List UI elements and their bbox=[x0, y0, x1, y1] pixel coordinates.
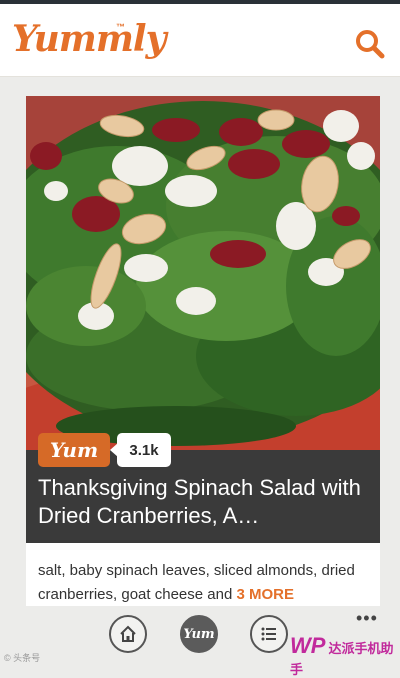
watermark-right: WP 达派手机助手 bbox=[290, 633, 400, 678]
yum-count-badge: 3.1k bbox=[110, 433, 171, 467]
list-button[interactable] bbox=[250, 615, 288, 653]
trademark-mark: ™ bbox=[116, 22, 125, 32]
ingredients-text: salt, baby spinach leaves, sliced almond… bbox=[38, 562, 355, 603]
watermark-left: © 头条号 bbox=[4, 653, 41, 663]
watermark-logo: WP bbox=[290, 633, 326, 658]
yum-tab-button[interactable]: Yum bbox=[180, 615, 218, 653]
recipe-card[interactable]: Yum 3.1k Thanksgiving Spinach Salad with… bbox=[26, 96, 380, 606]
home-icon bbox=[120, 625, 136, 642]
home-button[interactable] bbox=[109, 615, 147, 653]
more-ingredients-link[interactable]: 3 MORE bbox=[236, 586, 294, 603]
recipe-photo bbox=[26, 96, 380, 450]
app-header: Yummly ™ bbox=[0, 4, 400, 77]
ingredients-list: salt, baby spinach leaves, sliced almond… bbox=[38, 559, 374, 606]
ingredients-panel: salt, baby spinach leaves, sliced almond… bbox=[26, 543, 380, 606]
yum-icon: Yum bbox=[183, 626, 215, 642]
list-icon bbox=[261, 627, 276, 641]
yummly-logo[interactable]: Yummly bbox=[12, 18, 167, 60]
yum-button[interactable]: Yum bbox=[38, 433, 110, 467]
recipe-title[interactable]: Thanksgiving Spinach Salad with Dried Cr… bbox=[38, 474, 364, 530]
search-icon[interactable] bbox=[354, 28, 386, 60]
more-menu-button[interactable]: ••• bbox=[356, 608, 378, 629]
